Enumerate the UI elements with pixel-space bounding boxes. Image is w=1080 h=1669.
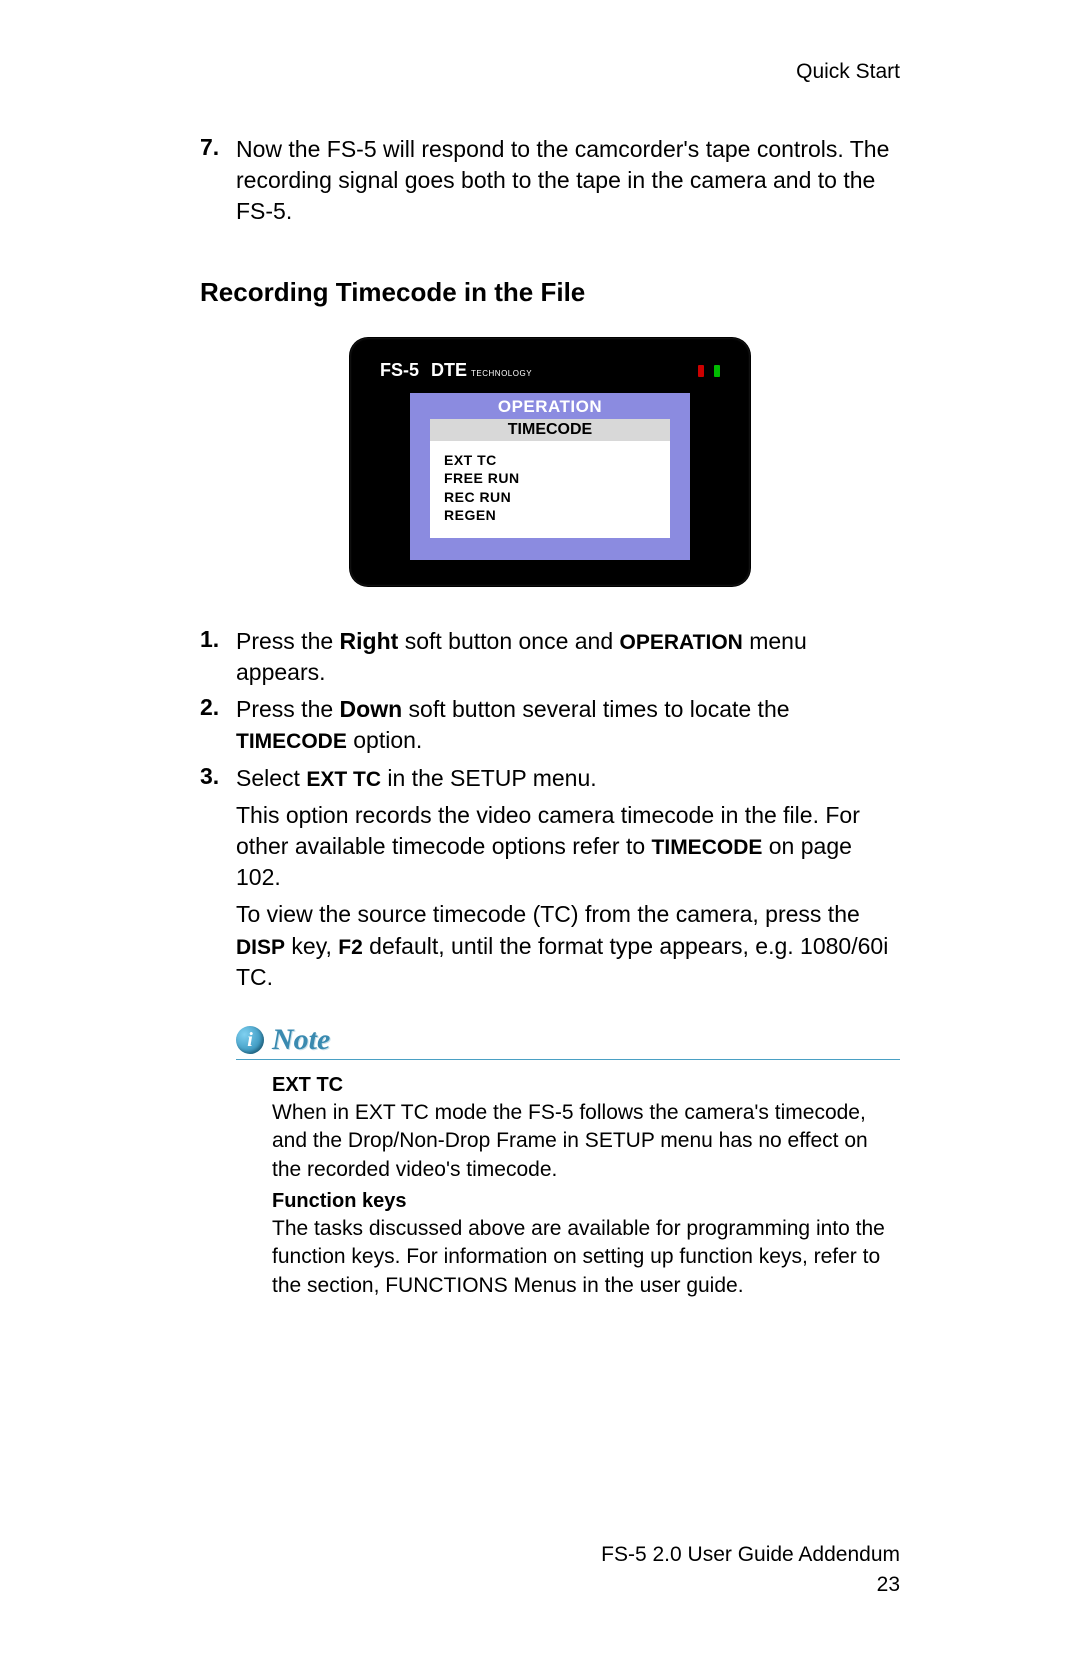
t-sc: TIMECODE <box>236 730 347 753</box>
t-sc: EXT TC <box>306 768 381 791</box>
note-paragraph: The tasks discussed above are available … <box>272 1215 900 1300</box>
t-sc: OPERATION <box>620 631 743 654</box>
step-number: 3. <box>200 763 236 794</box>
footer-page-number: 23 <box>601 1570 900 1599</box>
info-icon: i <box>236 1026 264 1054</box>
step-item: 2. Press the Down soft button several ti… <box>200 694 900 756</box>
footer-doc-title: FS-5 2.0 User Guide Addendum <box>601 1540 900 1569</box>
device-figure: FS-5 DTE TECHNOLOGY OPERATION TIMECODE E… <box>200 338 900 586</box>
t: in the SETUP menu. <box>381 765 597 791</box>
device-top-bar: FS-5 DTE TECHNOLOGY <box>380 360 720 381</box>
t: key, <box>285 933 338 959</box>
led-green-icon <box>714 365 720 377</box>
step-text: Now the FS-5 will respond to the camcord… <box>236 134 900 227</box>
step-item: 3. Select EXT TC in the SETUP menu. <box>200 763 900 794</box>
section-heading: Recording Timecode in the File <box>200 277 900 308</box>
t: option. <box>347 727 422 753</box>
brand-dte: DTE <box>431 360 467 381</box>
note-header: i Note <box>236 1023 900 1060</box>
device-frame: FS-5 DTE TECHNOLOGY OPERATION TIMECODE E… <box>350 338 750 586</box>
brand-dte-group: DTE TECHNOLOGY <box>431 360 532 381</box>
note-body: EXT TC When in EXT TC mode the FS-5 foll… <box>272 1072 900 1300</box>
t: soft button several times to locate the <box>402 696 789 722</box>
t: soft button once and <box>398 628 619 654</box>
step-continuation: This option records the video camera tim… <box>236 800 900 893</box>
step-number: 1. <box>200 626 236 688</box>
intro-step: 7. Now the FS-5 will respond to the camc… <box>200 134 900 227</box>
page-footer: FS-5 2.0 User Guide Addendum 23 <box>601 1540 900 1599</box>
step-continuation: To view the source timecode (TC) from th… <box>236 899 900 992</box>
t: To view the source timecode (TC) from th… <box>236 901 860 927</box>
device-leds <box>698 365 720 377</box>
brand-dte-sub: TECHNOLOGY <box>471 369 532 378</box>
screen-option: FREE RUN <box>444 469 656 487</box>
note-block: i Note EXT TC When in EXT TC mode the FS… <box>236 1023 900 1300</box>
screen-option: REGEN <box>444 506 656 524</box>
t-bold: Down <box>340 696 403 722</box>
device-screen: OPERATION TIMECODE EXT TC FREE RUN REC R… <box>410 393 690 560</box>
screen-option: EXT TC <box>444 451 656 469</box>
step-number: 7. <box>200 134 236 227</box>
screen-bottom-bar <box>410 538 690 560</box>
screen-header: OPERATION <box>410 393 690 419</box>
t: Press the <box>236 628 340 654</box>
t-sc: TIMECODE <box>652 836 763 859</box>
step-text: Press the Right soft button once and OPE… <box>236 626 900 688</box>
step-text: Select EXT TC in the SETUP menu. <box>236 763 900 794</box>
t-sc: F2 <box>338 936 363 959</box>
t-bold: Right <box>340 628 399 654</box>
note-paragraph: When in EXT TC mode the FS-5 follows the… <box>272 1099 900 1184</box>
note-subhead: Function keys <box>272 1188 900 1215</box>
note-subhead: EXT TC <box>272 1072 900 1099</box>
screen-subheader: TIMECODE <box>430 419 670 441</box>
page-header: Quick Start <box>200 60 900 84</box>
t-sc: DISP <box>236 936 285 959</box>
device-brand: FS-5 DTE TECHNOLOGY <box>380 360 532 381</box>
led-red-icon <box>698 365 704 377</box>
brand-fs5: FS-5 <box>380 360 419 381</box>
screen-option: REC RUN <box>444 488 656 506</box>
step-text: Press the Down soft button several times… <box>236 694 900 756</box>
note-title: Note <box>272 1023 330 1057</box>
step-item: 1. Press the Right soft button once and … <box>200 626 900 688</box>
step-number: 2. <box>200 694 236 756</box>
steps-list: 1. Press the Right soft button once and … <box>200 626 900 993</box>
t: Press the <box>236 696 340 722</box>
screen-options: EXT TC FREE RUN REC RUN REGEN <box>430 441 670 538</box>
t: Select <box>236 765 306 791</box>
